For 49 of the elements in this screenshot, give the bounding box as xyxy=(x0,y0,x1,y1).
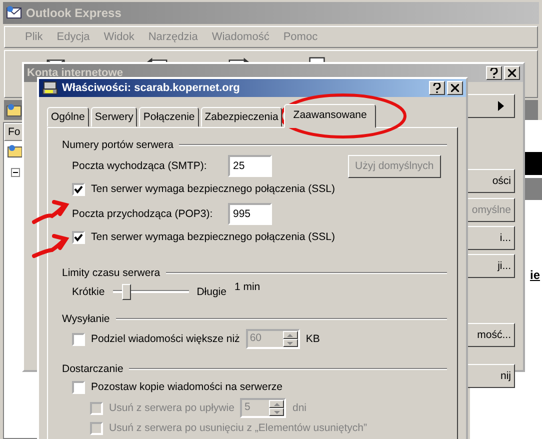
tab[interactable]: Połączenie xyxy=(139,107,199,127)
checkbox-label: Usuń z serwera po upływie xyxy=(109,402,234,414)
help-button[interactable] xyxy=(429,81,445,95)
checkbox[interactable] xyxy=(72,230,85,244)
close-icon xyxy=(508,69,516,77)
checkbox[interactable] xyxy=(72,380,85,394)
question-mark-icon xyxy=(433,83,441,93)
checkbox-label: Usuń z serwera po usunięciu z „Elementów usuniętych” xyxy=(109,422,367,434)
field-label: Poczta przychodząca (POP3): xyxy=(72,208,214,220)
preview-text: ie xyxy=(530,268,540,282)
window-title: Outlook Express xyxy=(26,6,122,20)
slider-min-label: Krótkie xyxy=(72,286,105,298)
tab[interactable]: Ogólne xyxy=(47,107,89,127)
checkbox[interactable] xyxy=(72,182,85,196)
arrow-drawing xyxy=(32,234,70,258)
arrow-drawing xyxy=(32,200,70,224)
unit-label: dni xyxy=(292,402,306,414)
computer-icon xyxy=(42,80,58,96)
slider-reading: 1 min xyxy=(234,281,260,293)
close-button[interactable] xyxy=(447,81,463,95)
checkbox-label: Podziel wiadomości większe niż xyxy=(91,333,240,345)
input-field[interactable]: 25 xyxy=(228,155,272,177)
checkbox-label: Ten serwer wymaga bezpiecznego połączenia (SSL) xyxy=(91,183,335,195)
group-heading: Limity czasu serwera xyxy=(62,267,160,279)
dialog-title: Konta internetowe xyxy=(27,67,123,79)
tab[interactable]: Zabezpieczenia xyxy=(200,107,282,127)
check-mark-icon xyxy=(74,232,83,242)
slider-thumb[interactable] xyxy=(122,284,131,300)
group-heading: Wysyłanie xyxy=(62,313,110,325)
collapse-icon[interactable] xyxy=(11,168,20,177)
question-mark-icon xyxy=(490,68,498,78)
close-icon xyxy=(451,84,459,92)
folder-icon[interactable] xyxy=(7,143,23,159)
checkbox-label: Pozostaw kopie wiadomości na serwerze xyxy=(91,381,282,393)
checkbox[interactable] xyxy=(72,332,85,346)
envelope-icon xyxy=(6,5,22,21)
unit-label: KB xyxy=(306,333,320,345)
dialog-title: Właściwości: scarab.kopernet.org xyxy=(62,82,240,94)
check-mark-icon xyxy=(74,184,83,194)
folder-icon xyxy=(6,102,22,118)
slider-max-label: Długie xyxy=(196,286,226,298)
tab[interactable]: Zaawansowane xyxy=(284,104,376,128)
checkbox-label: Ten serwer wymaga bezpiecznego połączenia (SSL) xyxy=(91,231,335,243)
group-heading: Dostarczanie xyxy=(62,363,124,375)
right-arrow-icon xyxy=(498,101,504,111)
field-label: Poczta wychodząca (SMTP): xyxy=(72,160,208,172)
tab[interactable]: Serwery xyxy=(90,107,138,127)
input-field[interactable]: 995 xyxy=(228,203,272,225)
group-heading: Numery portów serwera xyxy=(62,139,174,151)
